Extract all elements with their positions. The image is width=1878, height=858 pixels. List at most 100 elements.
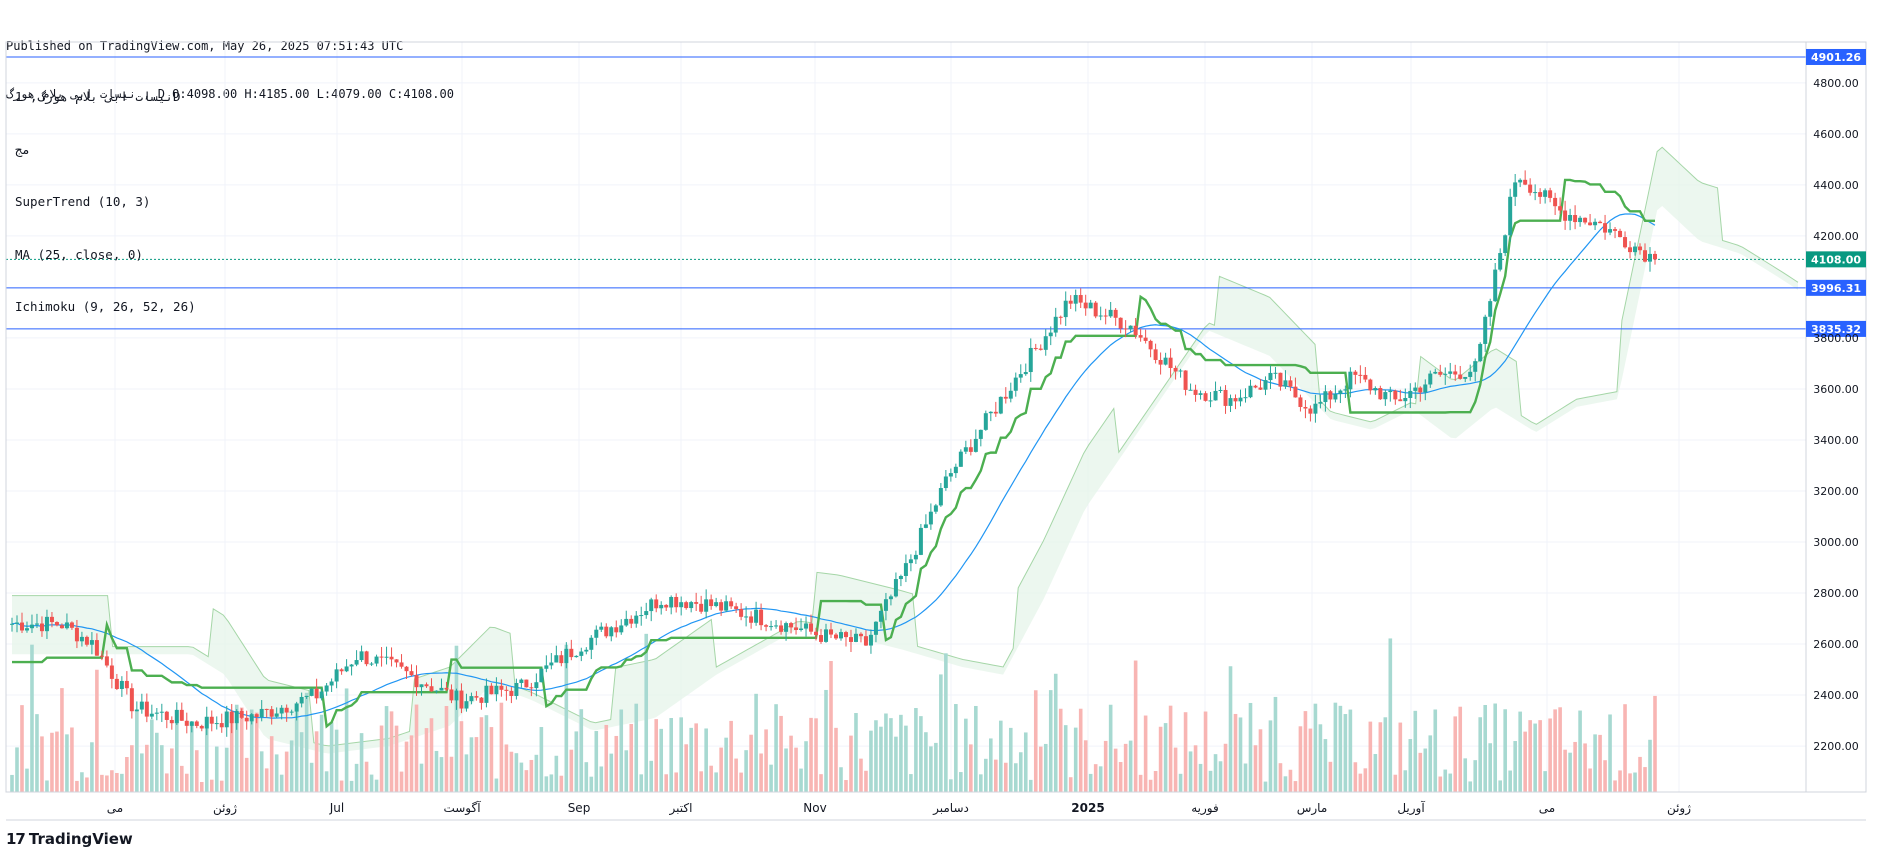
candle [574, 655, 579, 658]
candle [1503, 234, 1508, 257]
candle [644, 602, 649, 619]
candle [1023, 363, 1028, 376]
price-tick: 3000.00 [1813, 536, 1859, 549]
tradingview-logo-icon: 17 [6, 830, 26, 848]
price-chart[interactable]: 4901.263996.313835.324108.004800.004600.… [0, 0, 1878, 830]
candle [923, 514, 928, 529]
candle [1233, 394, 1238, 410]
candle [1328, 389, 1333, 409]
candle [913, 550, 918, 564]
candle [1378, 385, 1383, 400]
candle [604, 623, 609, 639]
candle [144, 693, 149, 723]
candle [1243, 388, 1248, 403]
candle [918, 523, 923, 556]
candle [1043, 329, 1048, 356]
candle [903, 554, 908, 583]
time-tick: مارس [1297, 801, 1328, 816]
candle [1478, 342, 1483, 363]
chart-grid [6, 42, 1806, 792]
candle [359, 645, 364, 662]
candle [1248, 379, 1253, 399]
candle [524, 679, 529, 688]
candle [399, 654, 404, 669]
tradingview-logo[interactable]: 17 TradingView [6, 830, 133, 848]
candle [379, 647, 384, 667]
candle [539, 667, 544, 683]
candle [519, 678, 524, 688]
candle [689, 600, 694, 613]
price-tick: 2200.00 [1813, 740, 1859, 753]
candle [1568, 208, 1573, 231]
time-axis: می ژوئن Jul آگوست Sep اکتبر Nov دسامبر 2025 فوریه… [107, 800, 1691, 816]
candle [1483, 314, 1488, 352]
candle [1383, 389, 1388, 406]
legend-ichimoku[interactable]: Ichimoku (9, 26, 52, 26) [15, 298, 196, 316]
candle [1193, 384, 1198, 402]
time-tick: دسامبر [932, 801, 969, 816]
time-tick: فوریه [1191, 801, 1219, 816]
candle [1228, 394, 1233, 412]
candle [709, 594, 714, 610]
legend-supertrend[interactable]: SuperTrend (10, 3) [15, 193, 196, 211]
candle [1298, 394, 1303, 412]
candle [833, 632, 838, 640]
candle [139, 693, 144, 714]
last-price-label: 4108.00 [1811, 253, 1861, 266]
candle [1003, 387, 1008, 404]
candle [1143, 329, 1148, 344]
candle [1068, 295, 1073, 309]
candle [1498, 248, 1503, 272]
candle [953, 463, 958, 478]
candle [179, 702, 184, 721]
candle [674, 593, 679, 613]
candle [649, 597, 654, 622]
candle [1118, 317, 1123, 334]
candle [938, 483, 943, 507]
candle [734, 602, 739, 613]
candle [769, 620, 774, 631]
legend-ma[interactable]: MA (25, close, 0) [15, 246, 196, 264]
candle [1008, 382, 1013, 403]
candle [993, 401, 998, 417]
candle [584, 647, 589, 655]
candle [1028, 338, 1033, 382]
candle [1573, 205, 1578, 230]
candle [804, 616, 809, 637]
candle [549, 653, 554, 670]
candle [1098, 306, 1103, 321]
candle [1593, 218, 1598, 231]
time-tick: می [1539, 801, 1555, 815]
candle [349, 663, 354, 676]
candle [394, 659, 399, 668]
candle [364, 650, 369, 667]
candle [1363, 367, 1368, 383]
candle [1278, 372, 1283, 391]
candle [1088, 299, 1093, 309]
candle [1393, 389, 1398, 405]
candle [329, 678, 334, 693]
price-tick: 3600.00 [1813, 383, 1859, 396]
candle [1038, 344, 1043, 351]
candle [1448, 362, 1453, 379]
candle [968, 439, 973, 456]
candle [1053, 307, 1058, 337]
candle [1138, 328, 1143, 342]
candle [154, 707, 159, 721]
legend-symbol[interactable]: نیسات ابی بلام هورگ, 1D [15, 88, 196, 106]
candle [684, 600, 689, 610]
candle [958, 449, 963, 467]
candle [1238, 389, 1243, 407]
candle [1588, 213, 1593, 226]
candle [1208, 391, 1213, 408]
candle [1268, 365, 1273, 390]
tradingview-brand: TradingView [28, 830, 133, 848]
candle [184, 712, 189, 734]
candle [1578, 215, 1583, 227]
candle [1253, 384, 1258, 389]
candle [1148, 339, 1153, 358]
time-tick: آگوست [443, 800, 481, 816]
candle [1368, 378, 1373, 395]
candle [1113, 308, 1118, 326]
candle [129, 683, 134, 719]
